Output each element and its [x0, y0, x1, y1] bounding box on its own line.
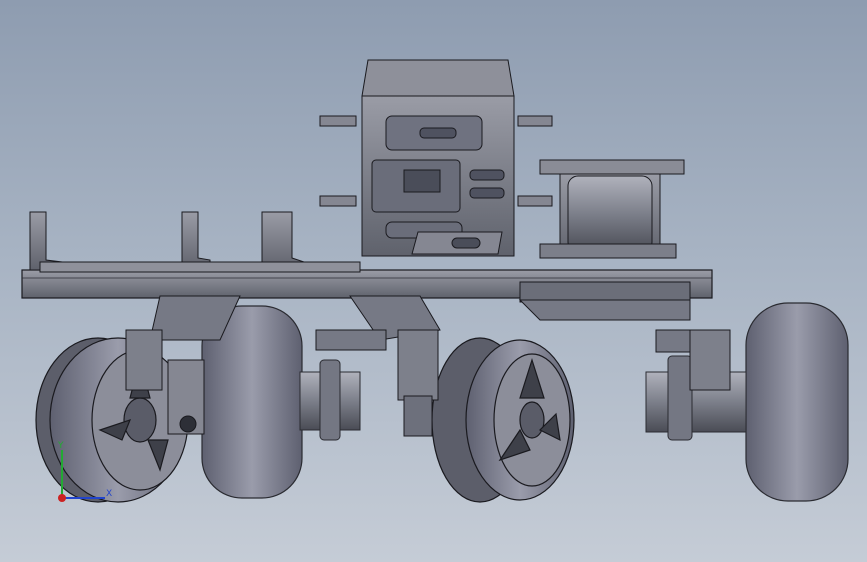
vehicle-chassis-model[interactable] [0, 0, 867, 562]
battery-holder-hooks [29, 211, 361, 273]
front-wheel-center [431, 337, 575, 503]
cad-model-viewport[interactable]: Y X [0, 0, 867, 562]
triad-z-axis [58, 494, 66, 502]
triad-x-label: X [106, 489, 112, 499]
triad-y-label: Y [57, 441, 64, 451]
coordinate-triad: Y X [50, 440, 120, 510]
right-knuckle [689, 329, 731, 391]
top-motor [539, 159, 685, 259]
front-center-knuckle [397, 329, 439, 437]
electronics-tower [319, 59, 553, 257]
